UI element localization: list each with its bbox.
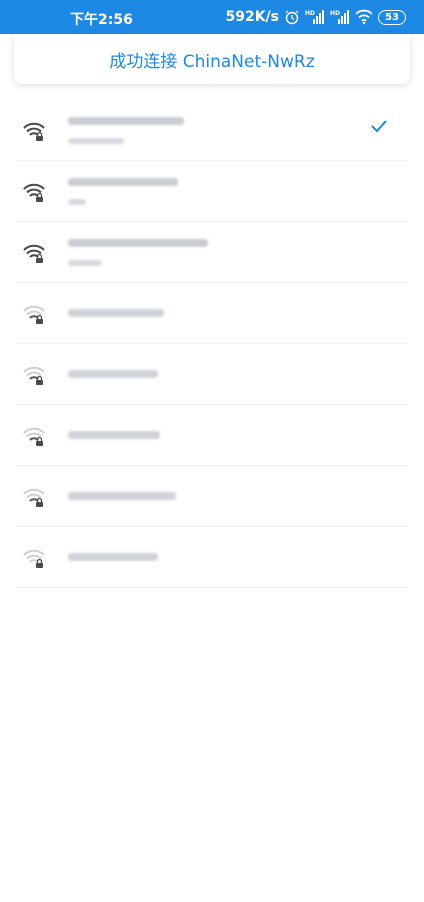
toast-message: 成功连接 ChinaNet-NwRz	[109, 51, 315, 72]
connected-check-icon	[370, 118, 388, 133]
wifi-status	[68, 199, 86, 205]
svg-text:HD: HD	[330, 10, 340, 17]
network-speed: 592K/s	[225, 9, 279, 25]
wifi-ssid	[68, 117, 184, 125]
wifi-ssid	[68, 553, 158, 561]
wifi-status	[68, 260, 102, 266]
wifi-network-list	[0, 100, 424, 588]
wifi-network-item[interactable]	[16, 100, 408, 161]
wifi-lock-icon	[22, 425, 46, 447]
wifi-network-item[interactable]	[16, 222, 408, 283]
wifi-ssid	[68, 178, 178, 186]
wifi-ssid	[68, 309, 164, 317]
hd-signal-icon: HD	[305, 9, 325, 25]
wifi-network-item[interactable]	[16, 527, 408, 588]
wifi-network-item[interactable]	[16, 344, 408, 405]
wifi-network-item[interactable]	[16, 405, 408, 466]
svg-text:HD: HD	[305, 10, 315, 17]
wifi-lock-icon	[22, 181, 46, 203]
status-bar: 下午2:56 592K/s HD HD 53	[0, 0, 424, 34]
wifi-lock-icon	[22, 364, 46, 386]
wifi-ssid	[68, 431, 160, 439]
wifi-ssid	[68, 370, 158, 378]
hd-signal-icon-2: HD	[330, 9, 350, 25]
wifi-network-item[interactable]	[16, 161, 408, 222]
connection-toast: 成功连接 ChinaNet-NwRz	[14, 34, 410, 84]
alarm-icon	[284, 9, 300, 25]
wifi-status	[68, 138, 124, 144]
wifi-network-item[interactable]	[16, 283, 408, 344]
wifi-ssid	[68, 492, 176, 500]
wifi-network-item[interactable]	[16, 466, 408, 527]
wifi-ssid	[68, 239, 208, 247]
wifi-status-icon	[355, 9, 373, 25]
wifi-lock-icon	[22, 486, 46, 508]
wifi-lock-icon	[22, 547, 46, 569]
wifi-lock-icon	[22, 303, 46, 325]
wifi-lock-icon	[22, 242, 46, 264]
wifi-lock-icon	[22, 120, 46, 142]
status-icons: 592K/s HD HD 53	[225, 6, 406, 28]
battery-icon: 53	[378, 9, 406, 25]
status-time: 下午2:56	[70, 12, 133, 28]
